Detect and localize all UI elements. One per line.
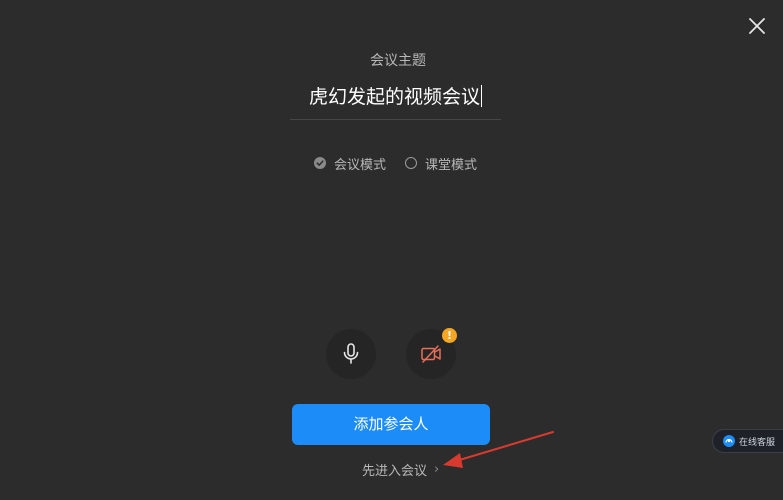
online-service-label: 在线客服 xyxy=(739,437,776,448)
mode-option-label: 会议模式 xyxy=(334,157,387,173)
meeting-title-input[interactable]: 虎幻发起的视频会议 xyxy=(290,80,501,120)
text-caret xyxy=(481,85,482,107)
chevron-right-icon: › xyxy=(434,462,440,477)
meeting-topic-label: 会议主题 xyxy=(370,53,426,69)
microphone-toggle-button[interactable] xyxy=(326,329,376,379)
meeting-dialog: 会议主题 虎幻发起的视频会议 会议模式 课堂模式 ! 添加参会人 先进入会议 ›… xyxy=(0,0,783,500)
close-button[interactable] xyxy=(745,14,769,38)
mode-option-meeting[interactable]: 会议模式 xyxy=(314,154,386,173)
online-service-button[interactable]: 在线客服 xyxy=(712,429,783,453)
mode-option-label: 课堂模式 xyxy=(425,157,478,173)
add-participants-button[interactable]: 添加参会人 xyxy=(292,404,490,445)
service-icon xyxy=(723,435,735,447)
camera-warning-badge: ! xyxy=(442,328,457,343)
enter-meeting-label: 先进入会议 xyxy=(362,464,428,479)
close-icon[interactable] xyxy=(745,14,769,38)
meeting-title-text: 虎幻发起的视频会议 xyxy=(308,86,480,108)
enter-meeting-first-link[interactable]: 先进入会议 › xyxy=(362,460,439,479)
microphone-icon xyxy=(343,343,359,364)
radio-unchecked-icon[interactable] xyxy=(405,157,418,169)
mode-option-classroom[interactable]: 课堂模式 xyxy=(405,154,477,173)
radio-checked-icon[interactable] xyxy=(314,157,326,169)
mode-selector: 会议模式 课堂模式 xyxy=(314,154,477,173)
